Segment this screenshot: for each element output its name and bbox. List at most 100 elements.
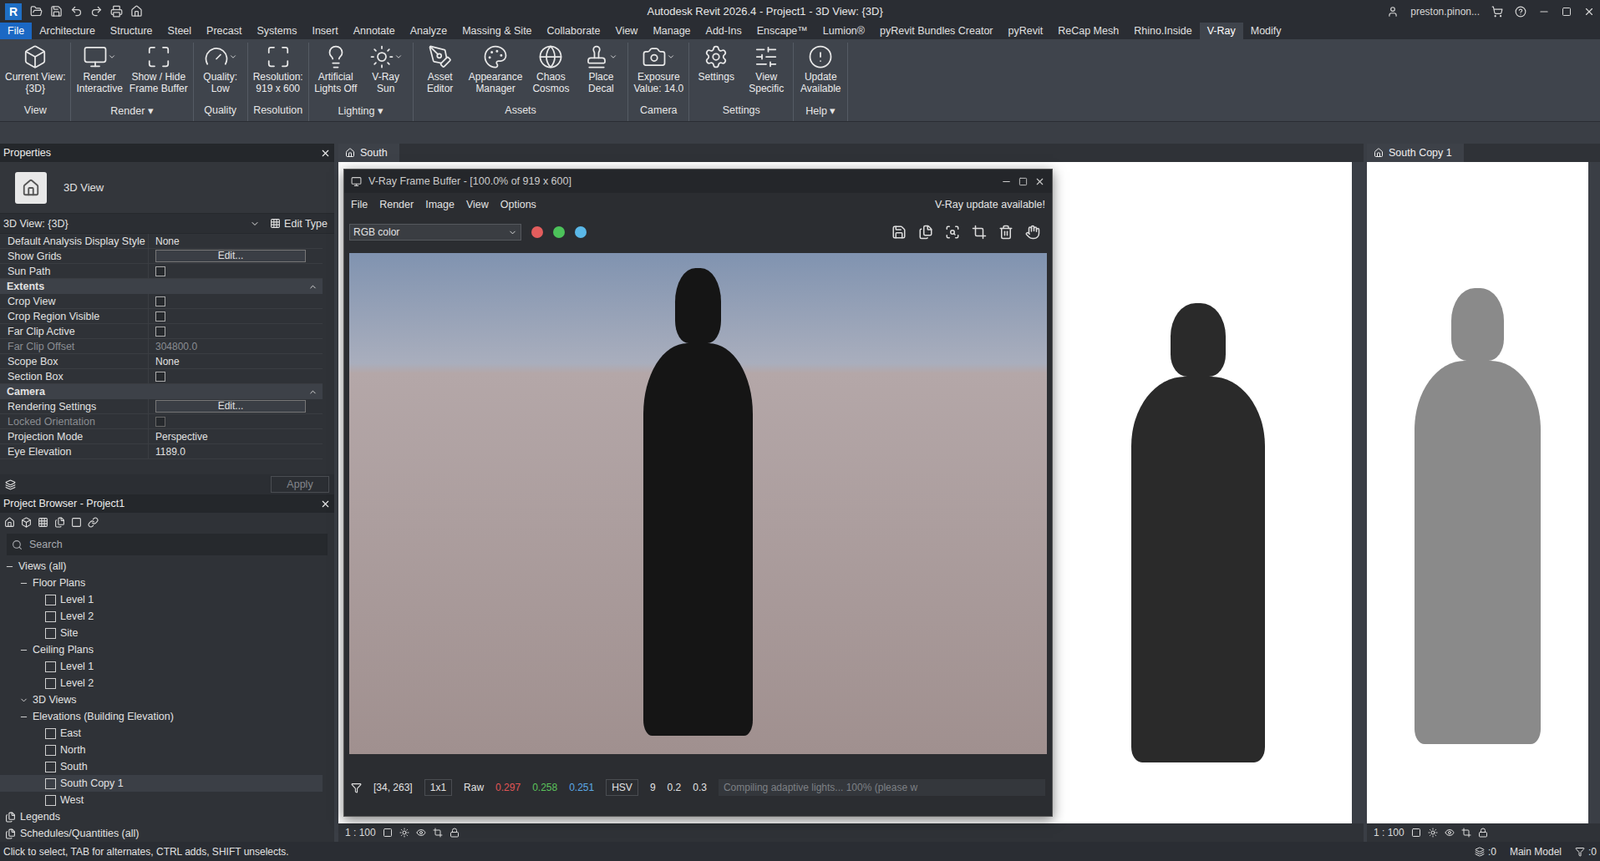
expand-icon[interactable] [19,695,29,706]
lock-icon[interactable] [1478,827,1489,839]
ribbon-tab[interactable]: View [608,22,646,40]
pin-icon[interactable] [350,782,362,794]
redo-icon[interactable] [90,5,103,18]
view-tab[interactable]: South Copy 1 [1366,143,1464,163]
property-value[interactable]: Edit... [148,399,323,414]
properties-section[interactable]: Extents [0,279,323,295]
ribbon-button[interactable]: PlaceDecal [576,42,625,105]
tree-item[interactable]: Views (all) [0,558,323,575]
view-icon[interactable] [71,517,82,529]
checkbox[interactable] [155,266,166,277]
stop-icon[interactable] [1025,224,1041,240]
3d-icon[interactable] [20,517,32,529]
tree-item[interactable]: Schedules/Quantities (all) [0,825,323,843]
lock-icon[interactable] [449,827,460,839]
ribbon-tab[interactable]: Lumion® [815,22,873,40]
save-icon[interactable] [891,224,907,240]
zoom-select[interactable]: 1x1 [424,779,453,797]
tree-item[interactable]: Legends [0,808,323,826]
close-icon[interactable] [320,498,331,510]
tree-item[interactable]: South [0,758,323,776]
ribbon-tab[interactable]: File [0,22,32,40]
detail-level-icon[interactable] [382,827,393,839]
ribbon-button[interactable]: AssetEditor [416,42,465,105]
undo-icon[interactable] [70,5,83,18]
checkbox[interactable] [155,311,166,322]
collapse-icon[interactable] [19,645,29,656]
edit-type-button[interactable]: Edit Type [266,218,331,230]
clear-icon[interactable] [998,224,1014,240]
worksets-indicator[interactable]: :0 [1474,846,1497,859]
ribbon-tab[interactable]: ReCap Mesh [1050,22,1127,40]
ribbon-button[interactable]: Current View:{3D} [2,42,68,105]
ribbon-tab[interactable]: Steel [160,22,200,40]
collapse-icon[interactable] [19,579,29,589]
tree-item[interactable]: West [0,792,323,809]
menu-item[interactable]: Render [379,198,414,211]
ribbon-tab[interactable]: pyRevit Bundles Creator [872,22,1001,40]
crop-icon[interactable] [1461,827,1472,839]
edit-button[interactable]: Edit... [155,400,306,413]
detail-level-icon[interactable] [1411,827,1422,839]
color-space-select[interactable]: HSV [605,779,639,797]
model-indicator[interactable]: Main Model [1509,846,1562,859]
sheets-icon[interactable] [54,517,66,529]
region-icon[interactable] [944,224,960,240]
tree-item[interactable]: Floor Plans [0,574,323,592]
sun-icon[interactable] [1427,827,1438,839]
view-scale[interactable]: 1 : 100 [345,827,376,839]
ribbon-tab[interactable]: Enscape™ [749,22,816,40]
view-tab[interactable]: South [338,143,400,163]
ribbon-tab[interactable]: Analyze [402,22,455,40]
channel-toggle[interactable] [531,226,544,239]
tree-item[interactable]: Site [0,624,323,642]
checkbox[interactable] [155,326,166,337]
minimize-icon[interactable] [1538,5,1550,18]
crop-icon[interactable] [971,224,987,240]
property-value[interactable]: Edit... [148,248,323,264]
revit-logo[interactable]: R [5,3,22,21]
save-icon[interactable] [50,5,63,18]
browser-search[interactable]: Search [6,533,328,556]
ribbon-tab[interactable]: Systems [248,22,305,40]
properties-section[interactable]: Camera [0,384,323,400]
visibility-icon[interactable] [416,827,427,839]
ribbon-button[interactable]: ViewSpecific [741,42,791,105]
channel-toggle[interactable] [574,226,587,239]
ribbon-button[interactable]: Show / HideFrame Buffer [126,42,191,105]
collapse-icon[interactable] [5,562,15,572]
checkbox[interactable] [155,371,166,382]
channel-select[interactable]: RGB color [349,223,522,241]
close-icon[interactable] [320,147,331,159]
tree-item[interactable]: Level 1 [0,658,323,676]
menu-item[interactable]: File [350,198,368,211]
property-value[interactable]: 1189.0 [148,444,323,460]
property-value[interactable]: None [148,233,323,249]
property-value[interactable] [148,294,323,309]
menu-item[interactable]: View [466,198,489,211]
collapse-icon[interactable] [19,712,29,722]
ribbon-button[interactable]: V-RaySun [361,42,411,105]
tree-item[interactable]: Elevations (Building Elevation) [0,708,323,726]
home-icon[interactable] [130,5,143,18]
ribbon-tab[interactable]: Insert [304,22,346,40]
ribbon-tab[interactable]: Structure [102,22,161,40]
tree-item[interactable]: 3D Views [0,691,323,709]
minimize-icon[interactable] [1000,176,1012,188]
ribbon-tab[interactable]: Precast [198,22,249,40]
crop-icon[interactable] [432,827,443,839]
ribbon-button[interactable]: AppearanceManager [466,42,526,105]
sun-icon[interactable] [399,827,410,839]
tree-item[interactable]: North [0,741,323,759]
edit-button[interactable]: Edit... [155,249,306,263]
ribbon-tab[interactable]: Architecture [31,22,103,40]
grid-icon[interactable] [37,517,49,529]
ribbon-tab[interactable]: Modify [1243,22,1290,40]
ribbon-tab[interactable]: Massing & Site [454,22,539,40]
property-value[interactable]: None [148,354,323,370]
tree-item[interactable]: East [0,725,323,742]
view-scale[interactable]: 1 : 100 [1373,827,1405,839]
property-value[interactable]: Perspective [148,429,323,445]
tree-item[interactable]: Level 1 [0,591,323,609]
menu-item[interactable]: Options [500,198,537,211]
